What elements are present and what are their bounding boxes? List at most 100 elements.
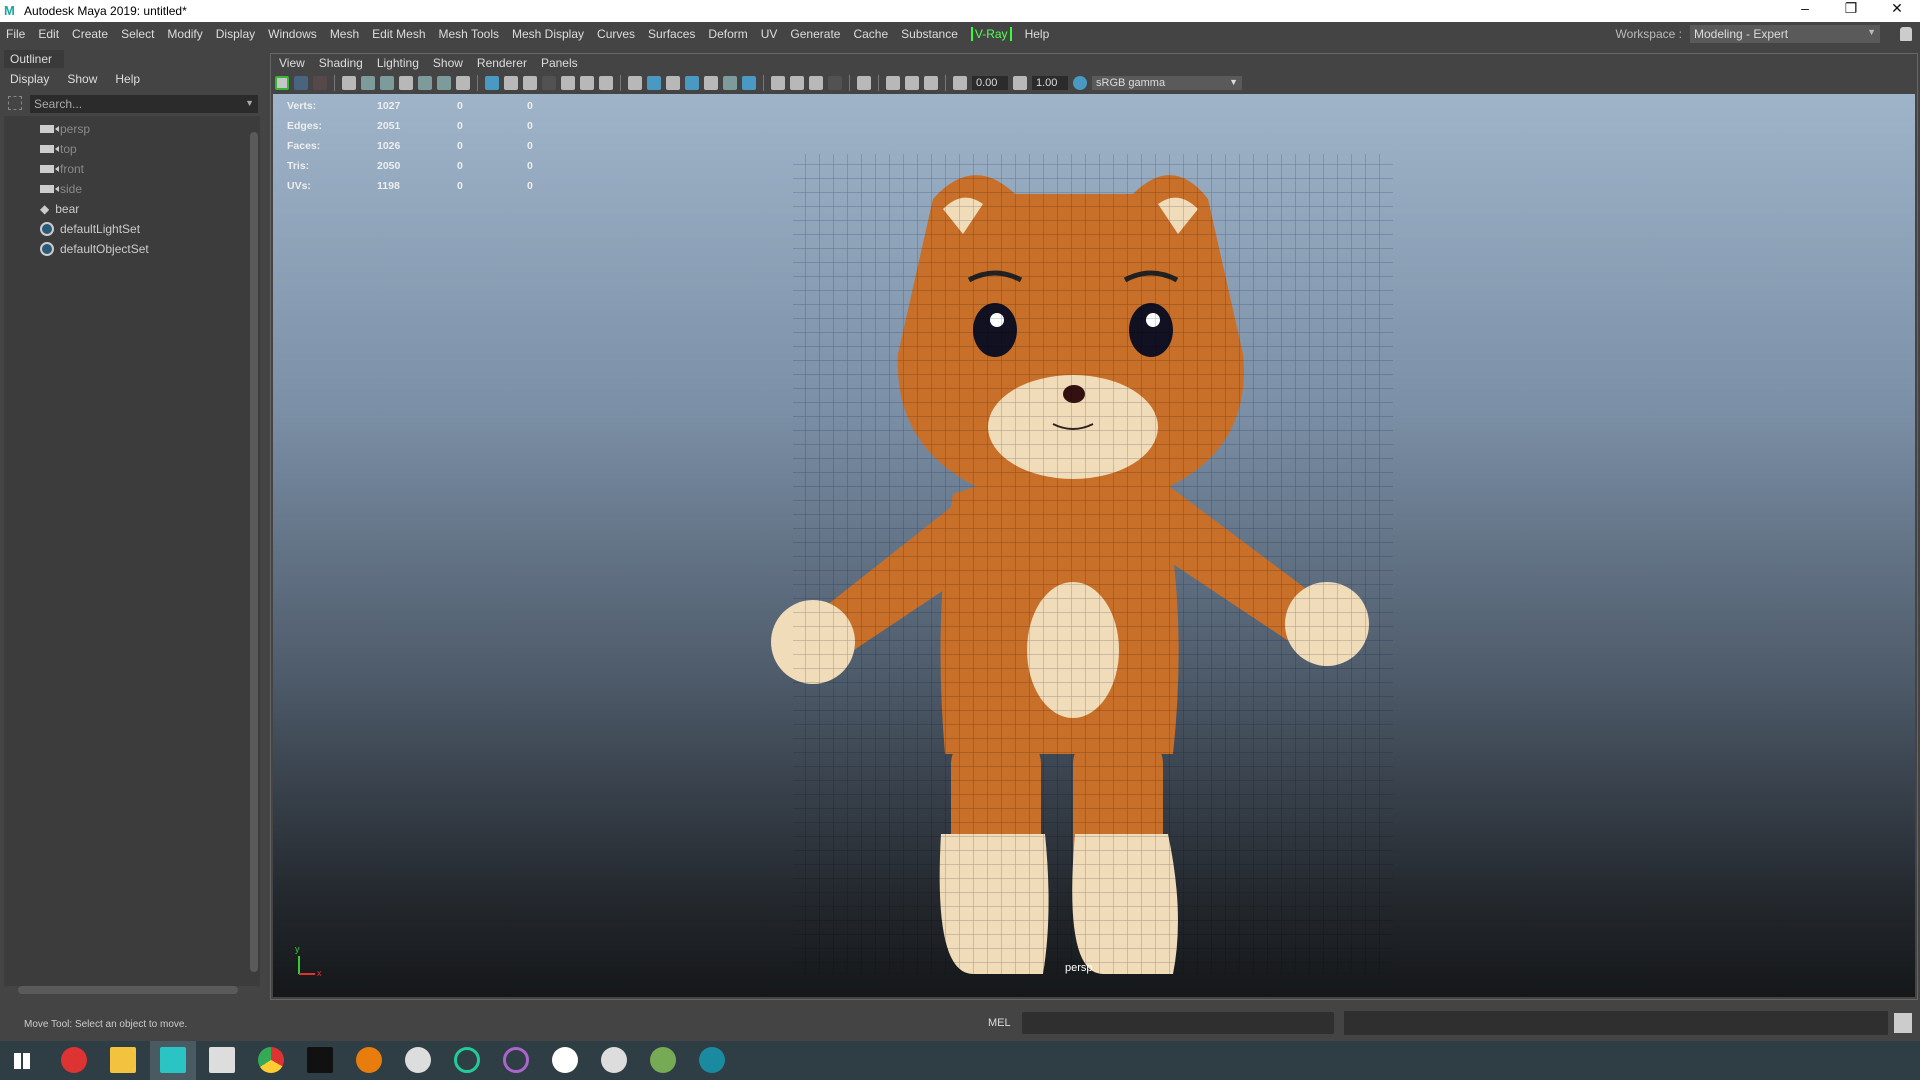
menu-cache[interactable]: Cache bbox=[853, 27, 888, 41]
gamma-field[interactable]: 1.00 bbox=[1032, 76, 1068, 90]
outliner-item[interactable]: ◆ bear bbox=[40, 202, 79, 216]
app-icon-brain[interactable] bbox=[405, 1047, 431, 1073]
outliner-horizontal-scrollbar[interactable] bbox=[6, 984, 246, 996]
selection-filter-icon[interactable] bbox=[8, 96, 22, 110]
lock-camera-icon[interactable] bbox=[294, 76, 308, 90]
github-icon[interactable] bbox=[503, 1047, 529, 1073]
film-gate-icon[interactable] bbox=[504, 76, 518, 90]
paint-icon[interactable] bbox=[456, 76, 470, 90]
menu-curves[interactable]: Curves bbox=[597, 27, 635, 41]
field-chart-icon[interactable] bbox=[561, 76, 575, 90]
shadows-icon[interactable] bbox=[742, 76, 756, 90]
wireframe-icon[interactable] bbox=[628, 76, 642, 90]
outliner-menu-help[interactable]: Help bbox=[115, 72, 140, 86]
outliner-vertical-scrollbar[interactable] bbox=[248, 116, 260, 986]
menu-v-ray[interactable]: V-Ray bbox=[970, 27, 1012, 41]
outliner-item[interactable]: side bbox=[40, 182, 82, 196]
app-icon-green[interactable] bbox=[650, 1047, 676, 1073]
restore-button[interactable]: ❐ bbox=[1828, 0, 1874, 17]
menu-surfaces[interactable]: Surfaces bbox=[648, 27, 695, 41]
menu-edit-mesh[interactable]: Edit Mesh bbox=[372, 27, 425, 41]
file-explorer-icon[interactable] bbox=[110, 1047, 136, 1073]
3d-viewport[interactable]: Verts: 1027 0 0 Edges: 2051 0 0 Faces: 1026 0 0 Tris… bbox=[273, 94, 1915, 997]
outliner-search-input[interactable]: Search... bbox=[30, 95, 258, 113]
menu-select[interactable]: Select bbox=[121, 27, 154, 41]
exposure-icon[interactable] bbox=[953, 76, 967, 90]
isolate-select-icon[interactable] bbox=[857, 76, 871, 90]
safe-action-icon[interactable] bbox=[580, 76, 594, 90]
ambient-occlusion-icon[interactable] bbox=[771, 76, 785, 90]
motion-blur-icon[interactable] bbox=[790, 76, 804, 90]
xray-icon[interactable] bbox=[704, 76, 718, 90]
camera-attributes-icon[interactable] bbox=[342, 76, 356, 90]
exposure-field[interactable]: 0.00 bbox=[972, 76, 1008, 90]
unity-icon[interactable] bbox=[307, 1047, 333, 1073]
viewport-menu-lighting[interactable]: Lighting bbox=[377, 56, 419, 70]
outliner-item[interactable]: top bbox=[40, 142, 77, 156]
bear-model[interactable]: y x bbox=[273, 94, 1915, 997]
word-icon[interactable] bbox=[552, 1047, 578, 1073]
gate-mask-icon[interactable] bbox=[542, 76, 556, 90]
backface-culling-icon[interactable] bbox=[924, 76, 938, 90]
app-icon-teal[interactable] bbox=[699, 1047, 725, 1073]
menu-deform[interactable]: Deform bbox=[708, 27, 747, 41]
viewport-menu-shading[interactable]: Shading bbox=[319, 56, 363, 70]
viewport-menu-panels[interactable]: Panels bbox=[541, 56, 578, 70]
depth-of-field-icon[interactable] bbox=[828, 76, 842, 90]
resolution-gate-icon[interactable] bbox=[523, 76, 537, 90]
lights-icon[interactable] bbox=[723, 76, 737, 90]
menu-generate[interactable]: Generate bbox=[790, 27, 840, 41]
outliner-item[interactable]: defaultLightSet bbox=[40, 222, 140, 236]
menu-file[interactable]: File bbox=[6, 27, 25, 41]
bookmark-icon[interactable] bbox=[313, 76, 327, 90]
app-icon-notifications[interactable] bbox=[601, 1047, 627, 1073]
menu-help[interactable]: Help bbox=[1025, 27, 1050, 41]
image-plane-icon[interactable] bbox=[361, 76, 375, 90]
color-management-icon[interactable] bbox=[1073, 76, 1087, 90]
pivot-icon[interactable] bbox=[437, 76, 451, 90]
menu-mesh-tools[interactable]: Mesh Tools bbox=[439, 27, 499, 41]
menu-windows[interactable]: Windows bbox=[268, 27, 317, 41]
2d-pan-zoom-icon[interactable] bbox=[380, 76, 394, 90]
gamma-icon[interactable] bbox=[1013, 76, 1027, 90]
outliner-tab[interactable]: Outliner bbox=[4, 50, 64, 68]
xray-active-icon[interactable] bbox=[905, 76, 919, 90]
select-camera-icon[interactable] bbox=[275, 76, 289, 90]
grid-snap-icon[interactable] bbox=[418, 76, 432, 90]
xray-joints-icon[interactable] bbox=[886, 76, 900, 90]
script-editor-icon[interactable] bbox=[1894, 1013, 1912, 1033]
menu-substance[interactable]: Substance bbox=[901, 27, 958, 41]
wireframe-on-shaded-icon[interactable] bbox=[685, 76, 699, 90]
mel-command-input[interactable] bbox=[1022, 1012, 1334, 1034]
viewport-menu-show[interactable]: Show bbox=[433, 56, 463, 70]
outliner-menu-show[interactable]: Show bbox=[67, 72, 97, 86]
outliner-item[interactable]: defaultObjectSet bbox=[40, 242, 149, 256]
menu-create[interactable]: Create bbox=[72, 27, 108, 41]
windows-start-icon[interactable] bbox=[14, 1053, 30, 1069]
menu-mesh-display[interactable]: Mesh Display bbox=[512, 27, 584, 41]
menu-uv[interactable]: UV bbox=[761, 27, 778, 41]
minimize-button[interactable]: – bbox=[1782, 0, 1828, 16]
workspace-dropdown[interactable]: Modeling - Expert bbox=[1690, 25, 1880, 43]
menu-modify[interactable]: Modify bbox=[167, 27, 202, 41]
mel-label[interactable]: MEL bbox=[988, 1017, 1011, 1029]
antialiasing-icon[interactable] bbox=[809, 76, 823, 90]
viewport-menu-renderer[interactable]: Renderer bbox=[477, 56, 527, 70]
outliner-item[interactable]: persp bbox=[40, 122, 90, 136]
upwork-icon[interactable] bbox=[454, 1047, 480, 1073]
chrome-icon[interactable] bbox=[258, 1047, 284, 1073]
viewport-menu-view[interactable]: View bbox=[279, 56, 305, 70]
outliner-item[interactable]: front bbox=[40, 162, 84, 176]
zbrush-icon[interactable] bbox=[209, 1047, 235, 1073]
close-button[interactable]: ✕ bbox=[1874, 0, 1920, 17]
maya-icon[interactable] bbox=[160, 1047, 186, 1073]
blender-icon[interactable] bbox=[356, 1047, 382, 1073]
grease-pencil-icon[interactable] bbox=[399, 76, 413, 90]
default-material-icon[interactable] bbox=[666, 76, 680, 90]
outliner-menu-display[interactable]: Display bbox=[10, 72, 49, 86]
lock-icon[interactable] bbox=[1900, 27, 1912, 41]
grid-icon[interactable] bbox=[485, 76, 499, 90]
safe-title-icon[interactable] bbox=[599, 76, 613, 90]
colorspace-dropdown[interactable]: sRGB gamma bbox=[1092, 76, 1242, 90]
menu-edit[interactable]: Edit bbox=[38, 27, 59, 41]
